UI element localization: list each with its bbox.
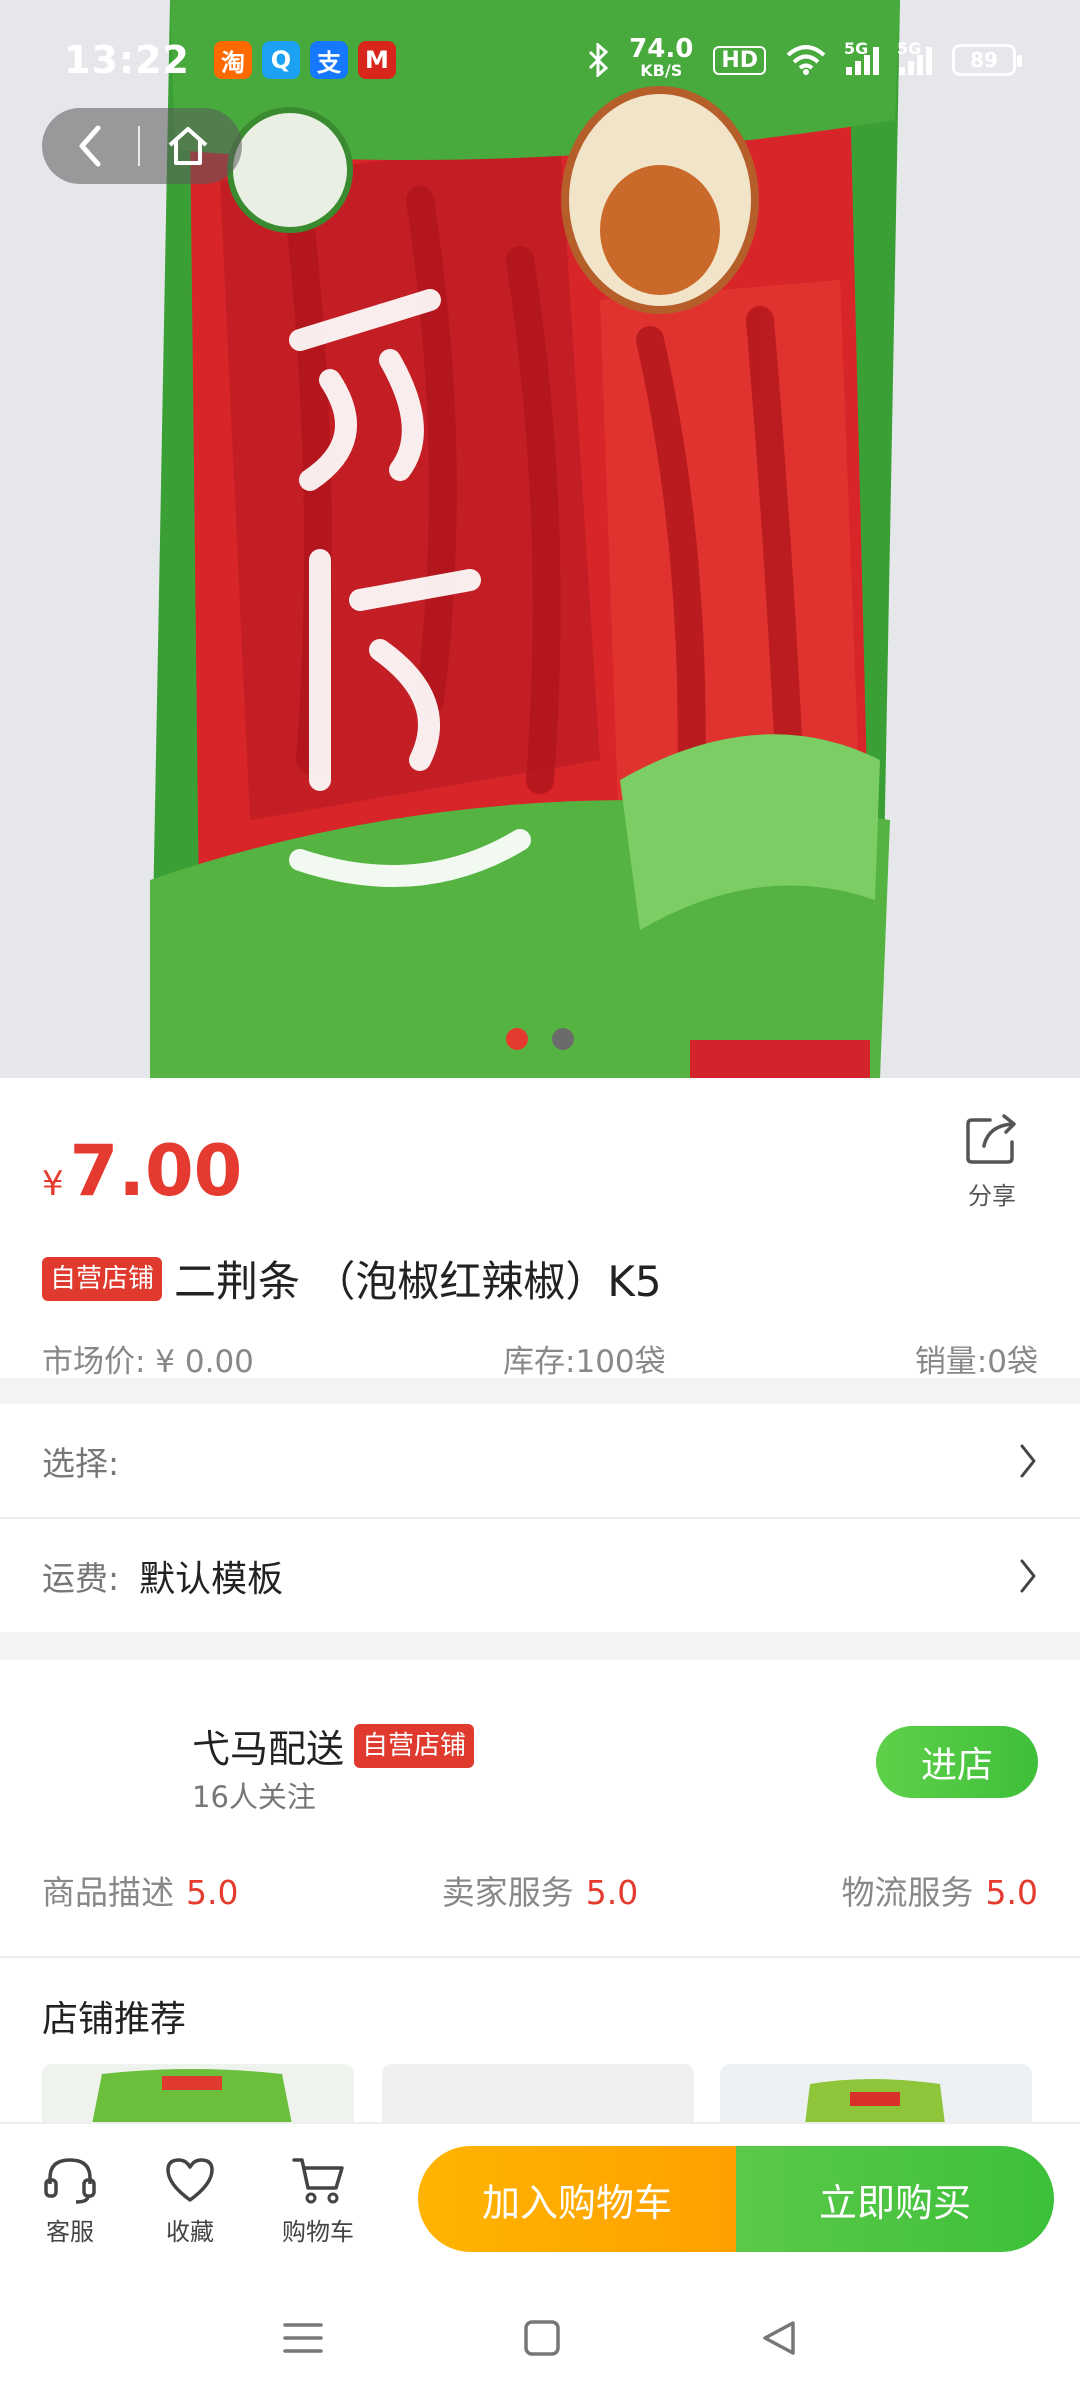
self-operated-badge: 自营店铺 bbox=[42, 1256, 163, 1301]
favorite-label: 收藏 bbox=[166, 2218, 214, 2246]
share-label: 分享 bbox=[968, 1182, 1016, 1210]
product-title: 二荆条 （泡椒红辣椒）K5 bbox=[174, 1257, 662, 1306]
status-time: 13:22 bbox=[64, 38, 190, 82]
stock: 库存:100袋 bbox=[503, 1344, 666, 1380]
signal-icon-2: 5G bbox=[897, 39, 932, 75]
add-to-cart-button[interactable]: 加入购物车 bbox=[418, 2146, 736, 2252]
back-triangle-icon[interactable] bbox=[761, 2319, 797, 2357]
network-speed: 74.0 KB/S bbox=[629, 34, 694, 80]
recommend-item[interactable] bbox=[720, 2064, 1032, 2124]
recommend-item[interactable] bbox=[42, 2064, 354, 2124]
system-navigation-bar bbox=[0, 2276, 1080, 2400]
shipping-value: 默认模板 bbox=[139, 1559, 284, 1600]
section-gap bbox=[0, 1378, 1080, 1406]
heart-icon bbox=[166, 2158, 214, 2202]
favorite-button[interactable]: 收藏 bbox=[140, 2154, 240, 2247]
notification-icons: 淘 Q 支 M bbox=[213, 41, 396, 79]
carousel-indicator bbox=[0, 1028, 1080, 1050]
section-gap bbox=[0, 1632, 1080, 1660]
hd-voice-badge: HD bbox=[713, 45, 766, 75]
share-button[interactable]: 分享 bbox=[942, 1110, 1042, 1211]
home-square-icon[interactable] bbox=[523, 2319, 561, 2357]
market-price: 市场价: ¥ 0.00 bbox=[42, 1344, 254, 1380]
home-icon bbox=[168, 127, 208, 165]
store-followers: 16人关注 bbox=[192, 1780, 316, 1814]
back-button[interactable] bbox=[42, 108, 138, 184]
price-value: 7.00 bbox=[69, 1130, 243, 1212]
store-card: 弋马配送 自营店铺 16人关注 进店 商品描述 5.0 卖家服务 5.0 物流服务 5… bbox=[0, 1658, 1080, 1958]
currency-symbol: ¥ bbox=[42, 1164, 64, 1204]
product-image-carousel[interactable]: 13:22 淘 Q 支 M 74.0 KB/S HD 5G 5G 89 bbox=[0, 0, 1080, 1078]
rating-logistics: 物流服务 5.0 bbox=[841, 1873, 1038, 1912]
product-title-row: 自营店铺 二荆条 （泡椒红辣椒）K5 bbox=[42, 1248, 662, 1309]
customer-service-button[interactable]: 客服 bbox=[20, 2154, 120, 2247]
status-bar: 13:22 淘 Q 支 M 74.0 KB/S HD 5G 5G 89 bbox=[0, 0, 1080, 120]
carousel-dot[interactable] bbox=[552, 1028, 574, 1050]
store-name: 弋马配送 bbox=[192, 1727, 345, 1771]
bottom-action-bar: 客服 收藏 购物车 加入购物车 立即购买 bbox=[0, 2122, 1080, 2274]
battery-icon: 89 bbox=[952, 44, 1022, 76]
qq-icon: Q bbox=[261, 41, 300, 79]
store-recommend-title: 店铺推荐 bbox=[42, 1999, 187, 2040]
row-divider bbox=[0, 1956, 1080, 1958]
rating-description: 商品描述 5.0 bbox=[42, 1873, 239, 1912]
option-select-row[interactable]: 选择: bbox=[0, 1404, 1080, 1518]
enter-store-button[interactable]: 进店 bbox=[876, 1726, 1038, 1798]
recommend-item-image bbox=[42, 2064, 354, 2124]
taobao-icon: 淘 bbox=[213, 41, 252, 79]
select-label: 选择: bbox=[42, 1444, 120, 1483]
chevron-left-icon bbox=[79, 125, 101, 167]
signal-icon-1: 5G bbox=[844, 39, 879, 75]
home-button[interactable] bbox=[140, 108, 236, 184]
cart-button[interactable]: 购物车 bbox=[268, 2154, 368, 2247]
alipay-icon: 支 bbox=[309, 41, 348, 79]
sales-count: 销量:0袋 bbox=[914, 1344, 1038, 1380]
headset-icon bbox=[44, 2158, 96, 2204]
nav-capsule bbox=[42, 108, 242, 184]
chevron-right-icon bbox=[1020, 1559, 1036, 1593]
cart-icon bbox=[292, 2158, 344, 2204]
buy-now-button[interactable]: 立即购买 bbox=[736, 2146, 1054, 2252]
store-ratings: 商品描述 5.0 卖家服务 5.0 物流服务 5.0 bbox=[42, 1866, 1038, 1914]
cart-label: 购物车 bbox=[282, 2218, 354, 2246]
store-name-row: 弋马配送 自营店铺 bbox=[192, 1718, 475, 1773]
wifi-icon bbox=[786, 45, 826, 75]
recommend-item[interactable] bbox=[382, 2064, 694, 2124]
bank-icon: M bbox=[357, 41, 396, 79]
rating-service: 卖家服务 5.0 bbox=[441, 1873, 639, 1912]
recommend-item-image bbox=[720, 2064, 1032, 2124]
carousel-dot-active[interactable] bbox=[506, 1028, 528, 1050]
shipping-row[interactable]: 运费: 默认模板 bbox=[0, 1519, 1080, 1633]
store-self-operated-badge: 自营店铺 bbox=[354, 1723, 475, 1768]
share-icon bbox=[966, 1114, 1016, 1164]
price: ¥ 7.00 bbox=[42, 1130, 242, 1212]
recommend-item-image bbox=[382, 2064, 694, 2124]
bluetooth-icon bbox=[589, 43, 609, 77]
shipping-label: 运费: bbox=[42, 1559, 120, 1598]
store-logo[interactable] bbox=[42, 1702, 162, 1822]
product-meta: 市场价: ¥ 0.00 库存:100袋 销量:0袋 bbox=[42, 1336, 1038, 1381]
chevron-right-icon bbox=[1020, 1444, 1036, 1478]
menu-icon[interactable] bbox=[283, 2321, 323, 2355]
customer-service-label: 客服 bbox=[46, 2218, 94, 2246]
